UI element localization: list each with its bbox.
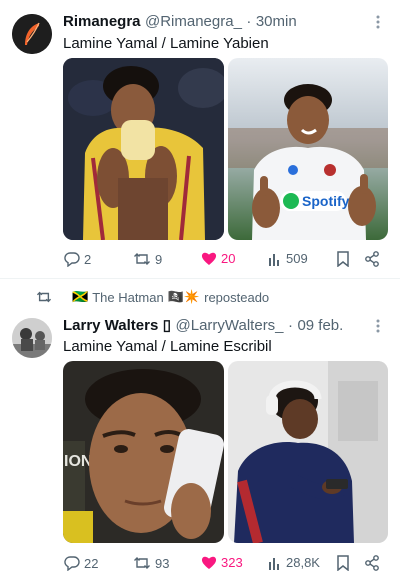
separator-dot: · (246, 13, 252, 30)
post-divider (0, 278, 400, 279)
player-photo-image: Spotify (228, 58, 388, 240)
repost-button[interactable]: 9 (133, 251, 162, 267)
repost-button[interactable]: 93 (133, 555, 169, 571)
post-time[interactable]: 30min (256, 13, 297, 30)
more-options-icon[interactable] (372, 318, 384, 337)
repost-count: 9 (155, 251, 163, 267)
bookmark-icon[interactable] (336, 251, 350, 272)
bookmark-icon[interactable] (336, 555, 350, 576)
repost-label: reposteado (204, 289, 270, 305)
player-photo-image (63, 58, 224, 240)
profile-photo-image (12, 318, 52, 358)
heart-icon (201, 252, 217, 265)
pirate-emojis: 🏴‍☠️✴️ (167, 289, 201, 304)
repost-count: 93 (155, 555, 170, 571)
author-name[interactable]: Rimanegra (63, 13, 141, 30)
separator-dot: · (287, 317, 293, 334)
post-image-left[interactable]: ION (63, 361, 224, 543)
player-photo-image: ION (63, 361, 224, 543)
post-image-right[interactable] (228, 361, 388, 543)
name-badge: ▯ (162, 317, 172, 334)
post-image-right[interactable]: Spotify (228, 58, 388, 240)
repost-context[interactable]: 🇯🇲 The Hatman 🏴‍☠️✴️ reposteado (36, 289, 269, 305)
repost-icon (134, 557, 150, 569)
views-chart-icon (269, 557, 279, 570)
reply-count: 22 (84, 555, 99, 571)
avatar-larry-walters[interactable] (12, 318, 52, 358)
views-chart-icon (269, 253, 279, 266)
avatar-rimanegra[interactable] (12, 14, 52, 54)
author-handle[interactable]: @LarryWalters_ (176, 317, 284, 334)
author-handle[interactable]: @Rimanegra_ (145, 13, 242, 30)
jersey-sponsor-text: Spotify (302, 193, 350, 209)
heart-icon (201, 556, 217, 569)
flag-emoji: 🇯🇲 (72, 289, 89, 304)
reply-button[interactable]: 22 (64, 555, 98, 571)
share-icon[interactable] (364, 251, 380, 272)
post-image-left[interactable] (63, 58, 224, 240)
post-text: Lamine Yamal / Lamine Yabien (63, 35, 269, 52)
views-count: 28,8K (286, 555, 320, 570)
billboard-text: ION (64, 453, 92, 470)
reply-icon (64, 556, 80, 571)
share-icon[interactable] (364, 555, 380, 576)
post-header: Larry Walters ▯ @LarryWalters_ · 09 feb. (63, 316, 343, 335)
post-time[interactable]: 09 feb. (297, 317, 343, 334)
reply-count: 2 (84, 251, 92, 267)
repost-user[interactable]: The Hatman (92, 290, 164, 305)
feather-logo-icon (12, 14, 52, 54)
more-options-icon[interactable] (372, 14, 384, 33)
repost-icon (36, 291, 52, 303)
repost-icon (134, 253, 150, 265)
reply-icon (64, 252, 80, 267)
like-button[interactable]: 323 (201, 555, 243, 570)
like-count: 323 (221, 555, 243, 570)
post-header: Rimanegra @Rimanegra_ · 30min (63, 13, 297, 31)
player-photo-image (228, 361, 388, 543)
views-count: 509 (286, 251, 308, 266)
views-button[interactable]: 509 (268, 251, 308, 266)
post-text: Lamine Yamal / Lamine Escribil (63, 338, 272, 355)
like-count: 20 (221, 251, 236, 266)
like-button[interactable]: 20 (201, 251, 235, 266)
views-button[interactable]: 28,8K (268, 555, 320, 570)
reply-button[interactable]: 2 (64, 251, 91, 267)
author-name[interactable]: Larry Walters (63, 317, 158, 334)
